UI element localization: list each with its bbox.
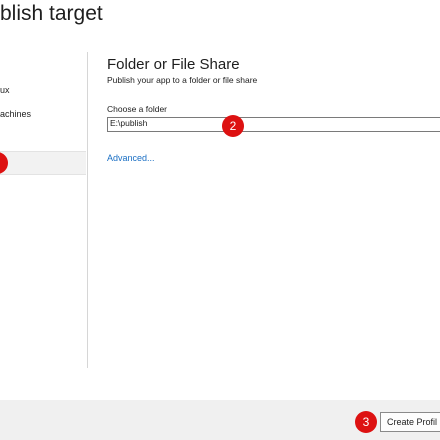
folder-label: Choose a folder [107, 104, 168, 114]
step-marker-3: 3 [355, 411, 377, 433]
sidebar-item-linux[interactable]: ux [0, 85, 86, 95]
step-marker-2: 2 [222, 115, 244, 137]
dialog-title: blish target [0, 2, 103, 25]
panel-description: Publish your app to a folder or file sha… [107, 75, 258, 85]
sidebar-item-machines[interactable]: achines [0, 109, 86, 119]
sidebar-item-selected[interactable] [0, 151, 86, 175]
sidebar-divider [87, 52, 88, 368]
panel-heading: Folder or File Share [107, 56, 240, 73]
create-profile-button[interactable]: Create Profil [380, 412, 440, 432]
folder-path-input[interactable]: E:\publish [107, 117, 227, 132]
folder-input-extension[interactable] [226, 117, 440, 132]
advanced-settings-link[interactable]: Advanced... [107, 153, 155, 163]
